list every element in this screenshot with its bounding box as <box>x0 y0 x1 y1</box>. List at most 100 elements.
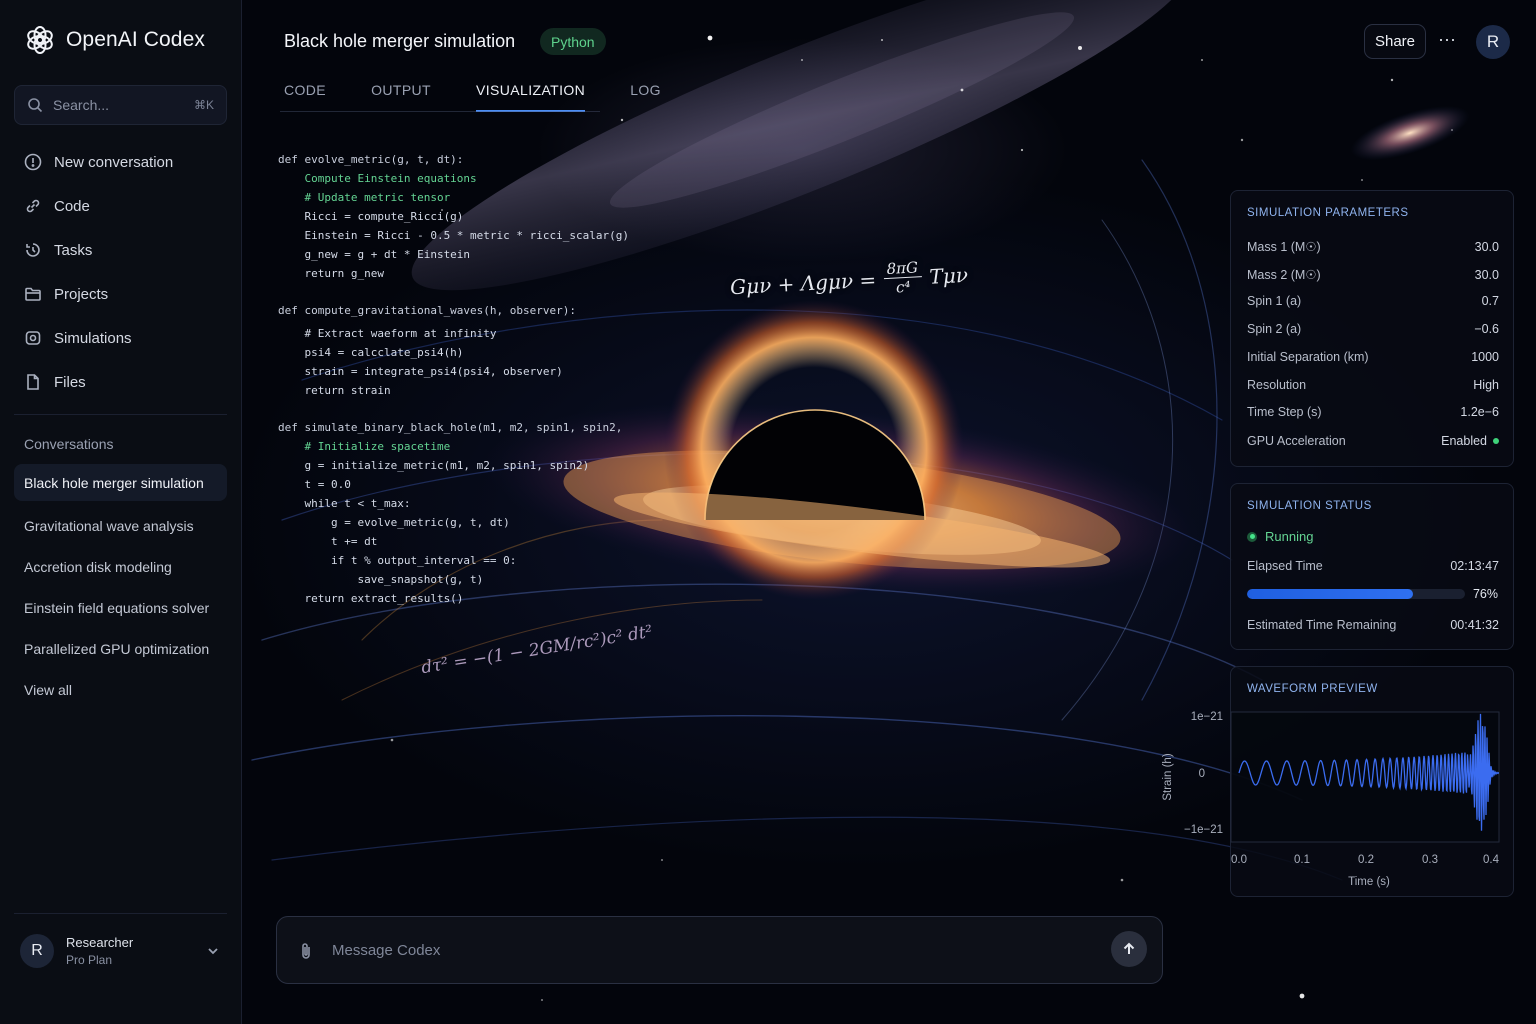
y-axis-label: Strain (h) <box>1162 753 1174 800</box>
param-label: Initial Separation (km) <box>1247 350 1369 364</box>
nav-item-new-conversation[interactable]: New conversation <box>14 140 227 184</box>
param-label: Mass 1 (M☉) <box>1247 240 1321 254</box>
x-tick-label: 0.0 <box>1231 854 1247 866</box>
param-row: Mass 2 (M☉) 30.0 <box>1247 267 1499 283</box>
tab-code[interactable]: CODE <box>284 82 326 112</box>
conversation-item[interactable]: Einstein field equations solver <box>14 587 227 628</box>
x-tick-label: 0.2 <box>1358 854 1374 866</box>
tab-log[interactable]: LOG <box>630 82 661 112</box>
param-value: 30.0 <box>1474 267 1499 282</box>
x-tick-label: 0.3 <box>1422 854 1438 866</box>
progress-percent: 76% <box>1472 587 1498 601</box>
header-avatar[interactable]: R <box>1476 25 1510 59</box>
simulation-parameters-panel: SIMULATION PARAMETERS Mass 1 (M☉) 30.0 M… <box>1230 190 1514 467</box>
code-line: psi4 = calcclate_psi4(h) <box>278 346 464 359</box>
status-label: Running <box>1265 529 1314 544</box>
code-line: # Update metric tensor <box>278 191 451 204</box>
code-line: # Extract waeform at infinity <box>278 327 497 340</box>
nav-item-simulations[interactable]: Simulations <box>14 316 227 360</box>
brand[interactable]: OpenAI Codex <box>24 24 205 56</box>
elapsed-label: Elapsed Time <box>1247 559 1323 573</box>
tab-bar: CODE OUTPUT VISUALIZATION LOG <box>284 82 706 112</box>
running-dot-icon <box>1247 531 1257 542</box>
code-line: g = evolve_metric(g, t, dt) <box>278 516 510 529</box>
nav-item-code[interactable]: Code <box>14 184 227 228</box>
link-icon <box>26 199 40 213</box>
param-value: −0.6 <box>1474 322 1499 336</box>
panel-title: SIMULATION STATUS <box>1247 500 1372 512</box>
arrow-up-icon <box>1123 942 1135 954</box>
code-line: g_new = g + dt * Einstein <box>278 248 471 261</box>
code-line: Compute Einstein equations <box>278 172 477 185</box>
running-status: Running <box>1247 529 1313 544</box>
y-tick-label: 1e−21 <box>1191 711 1223 723</box>
code-line: Einstein = Ricci - 0.5 * metric * ricci_… <box>278 229 629 242</box>
page-title: Black hole merger simulation <box>284 31 516 51</box>
conversation-item-active[interactable]: Black hole merger simulation <box>14 464 227 501</box>
param-row: Spin 1 (a) 0.7 <box>1247 294 1499 308</box>
search-input[interactable]: Search... ⌘K <box>14 85 227 125</box>
gpu-status: Enabled <box>1441 434 1499 448</box>
share-button[interactable]: Share <box>1364 24 1426 59</box>
param-value: High <box>1473 378 1499 392</box>
nav-item-projects[interactable]: Projects <box>14 272 227 316</box>
avatar: R <box>20 934 54 968</box>
user-menu[interactable]: R Researcher Pro Plan <box>20 930 220 972</box>
more-options-button[interactable]: ··· <box>1436 30 1458 52</box>
param-row: Resolution High <box>1247 378 1499 392</box>
param-label: Spin 1 (a) <box>1247 294 1302 308</box>
remaining-label: Estimated Time Remaining <box>1247 618 1397 632</box>
x-tick-label: 0.4 <box>1483 854 1500 866</box>
attachment-icon[interactable] <box>297 941 315 961</box>
param-row: Mass 1 (M☉) 30.0 <box>1247 239 1499 255</box>
param-row: GPU Acceleration Enabled <box>1247 434 1499 448</box>
x-axis-label: Time (s) <box>1348 876 1390 888</box>
nav-item-tasks[interactable]: Tasks <box>14 228 227 272</box>
conversation-item[interactable]: Accretion disk modeling <box>14 546 227 587</box>
code-line: # Initialize spacetime <box>278 440 451 453</box>
message-composer: Message Codex <box>276 916 1163 984</box>
remaining-value: 00:41:32 <box>1450 618 1499 632</box>
conversations-heading: Conversations <box>24 436 114 452</box>
openai-logo-icon <box>27 26 53 54</box>
equation-fraction: 8πG c⁴ <box>883 258 922 297</box>
code-line: if t % output_interval == 0: <box>278 554 517 567</box>
param-value: 30.0 <box>1474 239 1499 254</box>
nav-item-label: New conversation <box>54 153 174 171</box>
tab-visualization[interactable]: VISUALIZATION <box>476 82 586 112</box>
code-line: return extract_results() <box>278 592 464 605</box>
x-tick-label: 0.1 <box>1294 854 1310 866</box>
param-label: Resolution <box>1247 378 1307 392</box>
nav-item-files[interactable]: Files <box>14 360 227 404</box>
code-line: t += dt <box>278 535 378 548</box>
conversation-item[interactable]: Parallelized GPU optimization <box>14 628 227 669</box>
message-input[interactable]: Message Codex <box>332 942 440 959</box>
send-button[interactable] <box>1111 931 1147 967</box>
y-tick-label: 0 <box>1199 768 1205 780</box>
param-label: Mass 2 (M☉) <box>1247 268 1321 282</box>
sidebar: OpenAI Codex Search... ⌘K New conversati… <box>0 0 242 1024</box>
nav-item-label: Code <box>54 197 90 215</box>
progress-fill <box>1247 589 1413 599</box>
plot-area <box>1230 711 1500 843</box>
elapsed-row: Elapsed Time 02:13:47 <box>1247 559 1499 573</box>
language-badge: Python <box>540 28 606 55</box>
user-info: Researcher Pro Plan <box>66 935 194 967</box>
view-all-link[interactable]: View all <box>14 669 227 710</box>
code-line: g = initialize_metric(m1, m2, spin1, spi… <box>278 459 590 472</box>
file-icon <box>27 374 39 390</box>
code-line: strain = integrate_psi4(psi4, observer) <box>278 365 563 378</box>
param-label: GPU Acceleration <box>1247 434 1346 448</box>
conversation-item[interactable]: Gravitational wave analysis <box>14 505 227 546</box>
sidebar-divider <box>14 414 227 415</box>
status-dot-icon <box>1493 438 1499 444</box>
equation-denominator: c⁴ <box>895 277 911 297</box>
tab-output[interactable]: OUTPUT <box>371 82 431 112</box>
search-icon <box>28 98 43 113</box>
code-line: def evolve_metric(g, t, dt): <box>278 153 464 166</box>
panel-title: SIMULATION PARAMETERS <box>1247 207 1409 219</box>
param-row: Time Step (s) 1.2e−6 <box>1247 405 1499 419</box>
user-plan: Pro Plan <box>66 953 113 967</box>
equation-numerator: 8πG <box>883 258 922 280</box>
chevron-down-icon <box>208 948 218 955</box>
